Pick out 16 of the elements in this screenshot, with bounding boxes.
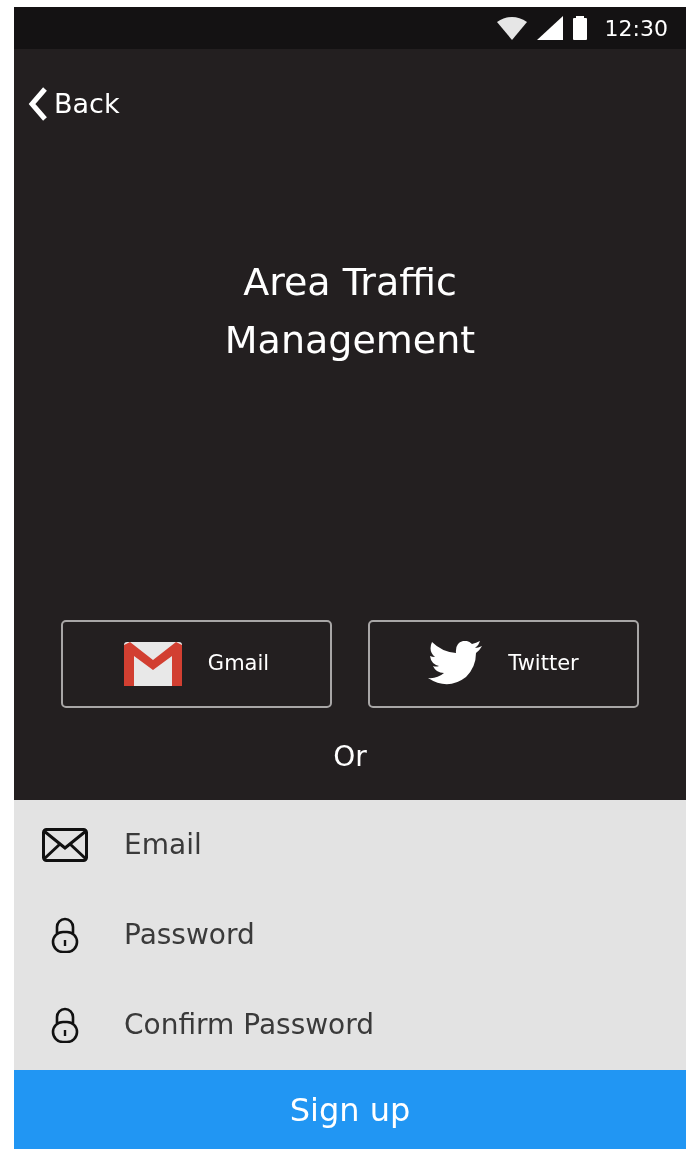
battery-icon [572, 16, 587, 40]
bird-icon [428, 641, 483, 687]
separator-text: Or [332, 739, 368, 775]
clock-time: 12:30 [604, 14, 668, 43]
envelope-icon [42, 828, 88, 862]
envelope-icon [123, 642, 182, 686]
gmail-button[interactable]: Gmail [61, 620, 332, 708]
wifi-icon [496, 16, 527, 40]
twitter-button[interactable]: Twitter [368, 620, 639, 708]
password-field[interactable]: Confirm Password [124, 1004, 686, 1046]
email-field[interactable]: Email [124, 824, 686, 866]
chevron-left-icon [28, 87, 48, 122]
password-field[interactable]: Password [124, 914, 686, 956]
app-title: Area Traffic Management [223, 258, 477, 365]
signal-icon [536, 16, 563, 40]
back-button[interactable]: Back [28, 84, 120, 125]
